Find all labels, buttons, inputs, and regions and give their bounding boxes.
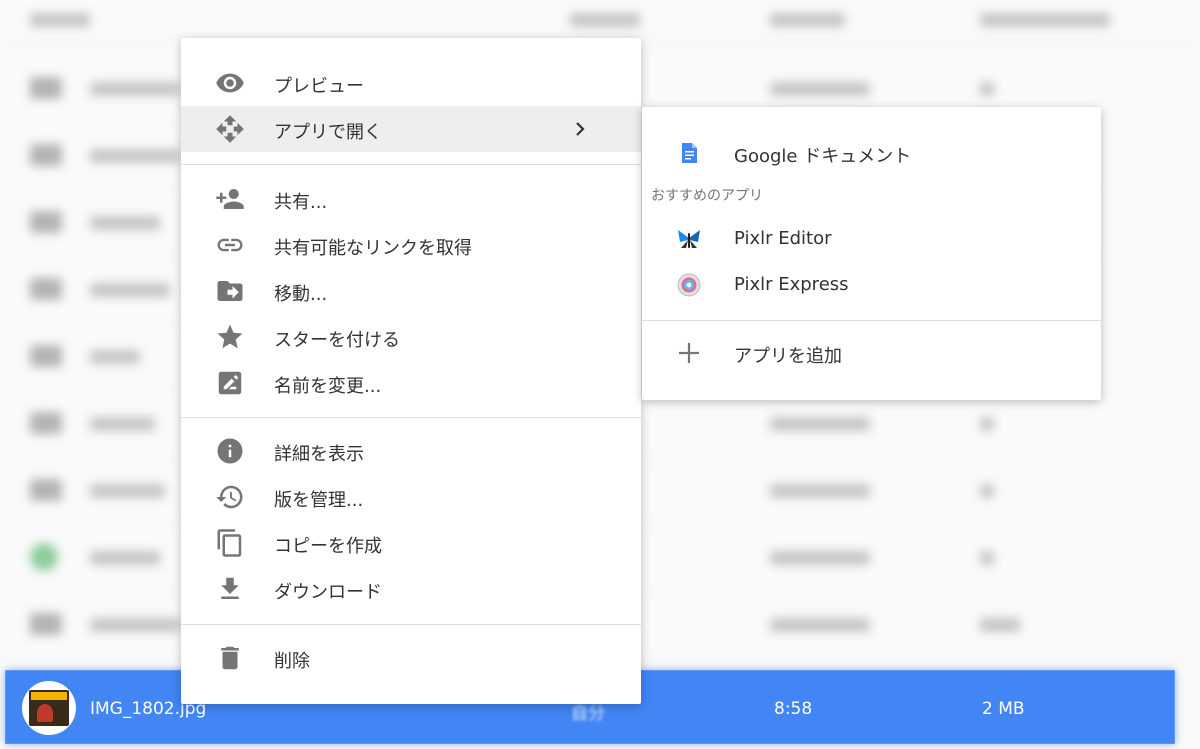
submenu-item-pixlr-editor[interactable]: Pixlr Editor xyxy=(642,216,1101,262)
menu-item-label: プレビュー xyxy=(274,76,364,97)
menu-item-open-with[interactable]: アプリで開く xyxy=(181,106,641,152)
submenu-item-google-docs[interactable]: Google ドキュメント xyxy=(642,130,1101,176)
submenu-item-label: Pixlr Editor xyxy=(734,228,832,249)
submenu-divider xyxy=(642,320,1101,321)
menu-item-move[interactable]: 移動... xyxy=(181,268,641,314)
menu-item-copy[interactable]: コピーを作成 xyxy=(181,520,641,566)
menu-item-label: アプリで開く xyxy=(274,122,382,143)
menu-item-get-link[interactable]: 共有可能なリンクを取得 xyxy=(181,222,641,268)
menu-item-label: 共有... xyxy=(274,192,328,213)
star-icon xyxy=(215,322,245,352)
menu-item-label: コピーを作成 xyxy=(274,536,382,557)
open-with-submenu: Google ドキュメント おすすめのアプリ Pixlr Editor Pixl… xyxy=(642,107,1101,400)
rename-icon xyxy=(215,368,245,398)
history-icon xyxy=(215,482,245,512)
info-icon xyxy=(215,436,245,466)
menu-item-details[interactable]: 詳細を表示 xyxy=(181,428,641,474)
menu-item-preview[interactable]: プレビュー xyxy=(181,60,641,106)
menu-item-label: 詳細を表示 xyxy=(274,444,364,465)
pixlr-express-icon xyxy=(674,270,704,300)
menu-item-label: 共有可能なリンクを取得 xyxy=(274,238,472,259)
menu-item-label: 版を管理... xyxy=(274,490,364,511)
google-docs-icon xyxy=(674,138,704,168)
submenu-item-label: Pixlr Express xyxy=(734,274,849,295)
menu-item-rename[interactable]: 名前を変更... xyxy=(181,360,641,406)
menu-item-star[interactable]: スターを付ける xyxy=(181,314,641,360)
submenu-item-add-app[interactable]: アプリを追加 xyxy=(642,330,1101,376)
person-add-icon xyxy=(215,184,245,214)
chevron-right-icon xyxy=(571,116,591,142)
menu-divider xyxy=(181,417,641,418)
eye-icon xyxy=(215,68,245,98)
submenu-item-pixlr-express[interactable]: Pixlr Express xyxy=(642,262,1101,308)
menu-item-download[interactable]: ダウンロード xyxy=(181,566,641,612)
menu-item-versions[interactable]: 版を管理... xyxy=(181,474,641,520)
link-icon xyxy=(215,230,245,260)
menu-divider xyxy=(181,624,641,625)
menu-item-label: 移動... xyxy=(274,284,328,305)
folder-move-icon xyxy=(215,276,245,306)
menu-item-label: スターを付ける xyxy=(274,330,400,351)
menu-item-label: ダウンロード xyxy=(274,582,382,603)
suggested-apps-heading: おすすめのアプリ xyxy=(651,188,763,204)
menu-item-delete[interactable]: 削除 xyxy=(181,635,641,681)
menu-item-label: 削除 xyxy=(274,651,310,672)
pixlr-editor-icon xyxy=(674,224,704,254)
file-list-header xyxy=(0,0,1200,41)
menu-item-label: 名前を変更... xyxy=(274,376,382,397)
plus-icon xyxy=(674,338,704,368)
copy-icon xyxy=(215,528,245,558)
file-modified: 8:58 xyxy=(774,699,813,719)
trash-icon xyxy=(215,643,245,673)
submenu-item-label: Google ドキュメント xyxy=(734,146,912,167)
submenu-item-label: アプリを追加 xyxy=(734,346,842,367)
download-icon xyxy=(215,574,245,604)
context-menu: プレビュー アプリで開く 共有... 共有可能なリンクを取得 移動... スター… xyxy=(181,38,641,704)
menu-item-share[interactable]: 共有... xyxy=(181,176,641,222)
move-arrows-icon xyxy=(215,114,245,144)
menu-divider xyxy=(181,164,641,165)
file-size: 2 MB xyxy=(982,699,1025,719)
file-thumbnail xyxy=(22,681,76,735)
